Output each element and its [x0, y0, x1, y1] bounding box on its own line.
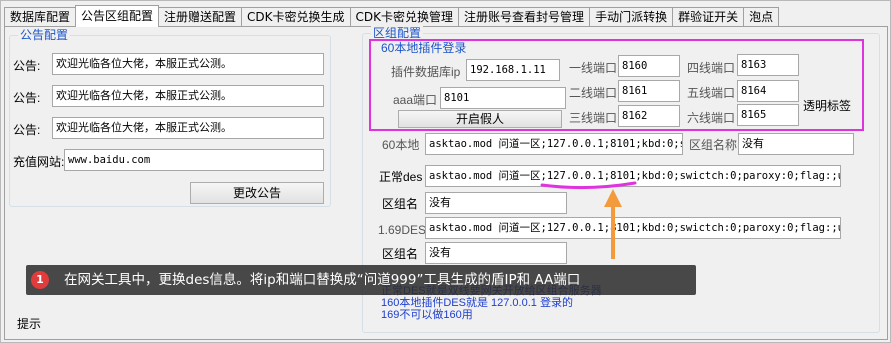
hint-line-3: 169不可以做160用: [381, 309, 473, 321]
notice-label-3: 公告:: [13, 123, 41, 137]
recharge-site-input[interactable]: www.baidu.com: [64, 149, 324, 171]
tab-bubble-points[interactable]: 泡点: [743, 7, 780, 27]
plugin-db-ip-label: 插件数据库ip: [391, 65, 461, 79]
hint-line-2: 160本地插件DES就是 127.0.0.1 登录的: [381, 297, 573, 309]
line2-port-input[interactable]: 8161: [618, 80, 680, 102]
zone-config-title: 区组配置: [371, 26, 424, 40]
notice-label-1: 公告:: [13, 59, 41, 73]
tab-cdk-generate[interactable]: CDK卡密兑换生成: [241, 7, 351, 27]
transparent-label: 透明标签: [803, 99, 852, 113]
des169-label: 1.69DES: [378, 223, 427, 237]
plugin-login-title: 60本地插件登录: [379, 41, 469, 55]
plugin-db-ip-input[interactable]: 192.168.1.11: [466, 59, 560, 81]
des169-input[interactable]: asktao.mod 问道一区;127.0.0.1;8101;kbd:0;swi…: [425, 217, 841, 239]
tab-group-verify-switch[interactable]: 群验证开关: [672, 7, 745, 27]
tip-label: 提示: [17, 317, 42, 331]
tab-database-config[interactable]: 数据库配置: [4, 7, 77, 27]
notice-config-title: 公告配置: [18, 28, 71, 42]
notice-input-1[interactable]: 欢迎光临各位大佬，本服正式公测。: [52, 53, 324, 75]
tab-account-ban-manage[interactable]: 注册账号查看封号管理: [458, 7, 591, 27]
normal-des-input[interactable]: asktao.mod 问道一区;127.0.0.1;8101;kbd:0;swi…: [425, 165, 841, 187]
zone-name-input-1[interactable]: 没有: [425, 192, 567, 214]
zone-name-label: 区组名称: [689, 138, 738, 152]
line2-port-label: 二线端口: [569, 86, 618, 100]
line1-port-label: 一线端口: [569, 61, 618, 75]
aaa-port-input[interactable]: 8101: [440, 87, 566, 109]
callout-number-badge: 1: [31, 271, 49, 289]
tab-sect-transfer[interactable]: 手动门派转换: [589, 7, 674, 27]
change-notice-button[interactable]: 更改公告: [190, 182, 324, 204]
line5-port-label: 五线端口: [687, 86, 736, 100]
zone-name-label-2: 区组名: [382, 247, 419, 261]
line3-port-label: 三线端口: [569, 111, 618, 125]
tab-notice-zone-config[interactable]: 公告区组配置: [75, 5, 160, 27]
line6-port-label: 六线端口: [687, 111, 736, 125]
local60-des-input[interactable]: asktao.mod 问道一区;127.0.0.1;8101;kbd:0;sw: [425, 133, 683, 155]
notice-label-2: 公告:: [13, 91, 41, 105]
tab-strip: 数据库配置 公告区组配置 注册赠送配置 CDK卡密兑换生成 CDK卡密兑换管理 …: [4, 5, 780, 27]
recharge-site-label: 充值网站:: [13, 155, 65, 169]
notice-input-2[interactable]: 欢迎光临各位大佬，本服正式公测。: [52, 85, 324, 107]
aaa-port-label: aaa端口: [393, 93, 438, 107]
tab-register-gift-config[interactable]: 注册赠送配置: [158, 7, 243, 27]
instruction-callout: 1 在网关工具中，更换des信息。将ip和端口替换成“问道999”工具生成的盾I…: [26, 265, 696, 295]
normal-des-label: 正常des: [379, 170, 423, 184]
line4-port-input[interactable]: 8163: [737, 54, 799, 76]
notice-input-3[interactable]: 欢迎光临各位大佬，本服正式公测。: [52, 117, 324, 139]
zone-name-input[interactable]: 没有: [738, 133, 854, 155]
line6-port-input[interactable]: 8165: [737, 104, 799, 126]
tab-cdk-manage[interactable]: CDK卡密兑换管理: [349, 7, 460, 27]
zone-name-input-2[interactable]: 没有: [425, 242, 567, 264]
line3-port-input[interactable]: 8162: [618, 105, 680, 127]
open-fake-players-button[interactable]: 开启假人: [398, 110, 562, 128]
local60-label: 60本地: [382, 138, 420, 152]
app-window: 数据库配置 公告区组配置 注册赠送配置 CDK卡密兑换生成 CDK卡密兑换管理 …: [0, 0, 891, 343]
zone-name-label-1: 区组名: [382, 197, 419, 211]
line4-port-label: 四线端口: [687, 61, 736, 75]
line1-port-input[interactable]: 8160: [618, 55, 680, 77]
line5-port-input[interactable]: 8164: [737, 80, 799, 102]
callout-text: 在网关工具中，更换des信息。将ip和端口替换成“问道999”工具生成的盾IP和…: [64, 272, 581, 288]
